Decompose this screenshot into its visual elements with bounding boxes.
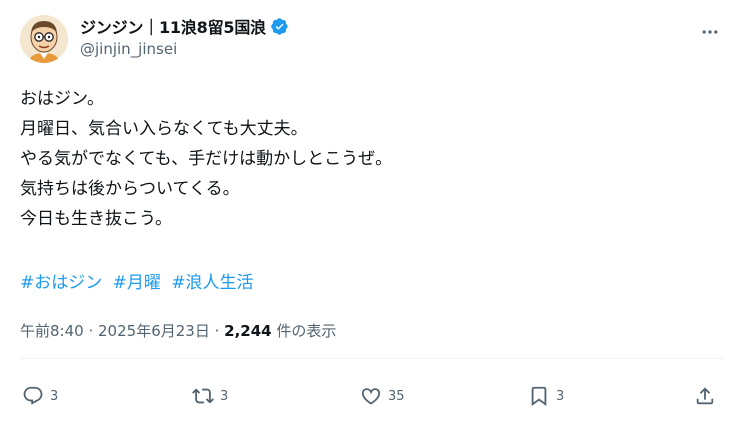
reply-button[interactable]: 3	[22, 382, 58, 410]
tweet-line: おはジン。	[20, 89, 104, 109]
share-icon	[696, 387, 714, 405]
tweet-meta: 午前8:40 · 2025年6月23日 · 2,244 件の表示	[20, 320, 336, 341]
bookmark-count: 3	[556, 388, 565, 404]
bookmark-icon	[531, 386, 547, 407]
hashtag-link[interactable]: #浪人生活	[171, 273, 253, 293]
repost-icon	[192, 388, 214, 404]
cartoon-man-avatar-icon	[20, 15, 68, 63]
bookmark-button[interactable]: 3	[528, 382, 564, 410]
repost-button[interactable]: 3	[192, 382, 228, 410]
hashtag-link[interactable]: #月曜	[113, 273, 161, 293]
tweet-line: 月曜日、気合い入らなくても大丈夫。	[20, 119, 308, 139]
tweet-text: おはジン。 月曜日、気合い入らなくても大丈夫。 やる気がでなくても、手だけは動か…	[20, 84, 720, 234]
more-horizontal-icon	[702, 30, 718, 34]
meta-separator: ·	[88, 322, 99, 340]
reply-icon	[23, 386, 43, 405]
timestamp-date[interactable]: 2025年6月23日	[98, 322, 210, 340]
avatar[interactable]	[20, 15, 68, 63]
heart-icon	[361, 388, 381, 405]
timestamp-time[interactable]: 午前8:40	[20, 322, 84, 340]
tweet-header: ジンジン｜11浪8留5国浪 @jinjin_jinsei	[20, 12, 728, 68]
tweet: ジンジン｜11浪8留5国浪 @jinjin_jinsei おはジン。 月曜日、気…	[0, 0, 744, 425]
tweet-line: 今日も生き抜こう。	[20, 209, 172, 229]
hashtag-link[interactable]: #おはジン	[20, 273, 102, 293]
like-count: 35	[388, 388, 405, 404]
share-button[interactable]	[694, 382, 716, 410]
repost-count: 3	[220, 388, 229, 404]
hashtags: #おはジン #月曜 #浪人生活	[20, 268, 259, 298]
more-options-button[interactable]	[698, 22, 722, 42]
user-block: ジンジン｜11浪8留5国浪 @jinjin_jinsei	[80, 14, 289, 58]
meta-separator: ·	[214, 322, 225, 340]
reply-count: 3	[50, 388, 59, 404]
like-button[interactable]: 35	[360, 382, 405, 410]
action-bar: 3 3 35 3	[22, 382, 722, 410]
user-handle[interactable]: @jinjin_jinsei	[80, 40, 289, 58]
display-name-row: ジンジン｜11浪8留5国浪	[80, 14, 289, 38]
tweet-line: 気持ちは後からついてくる。	[20, 179, 240, 199]
views-label: 件の表示	[276, 322, 337, 340]
display-name[interactable]: ジンジン｜11浪8留5国浪	[80, 14, 266, 38]
views-count: 2,244	[224, 322, 272, 340]
tweet-line: やる気がでなくても、手だけは動かしとこうぜ。	[20, 149, 393, 169]
verified-badge-icon	[270, 17, 289, 36]
divider	[20, 358, 724, 359]
